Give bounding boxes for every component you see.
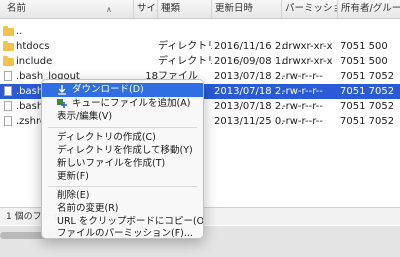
file-icon bbox=[4, 101, 12, 111]
menu-item-label: ダウンロード(D) bbox=[72, 84, 144, 95]
file-row-parent[interactable]: .. bbox=[0, 24, 400, 39]
file-date: 2016/11/16 2... bbox=[214, 41, 284, 52]
menu-item-label: キューにファイルを追加(A) bbox=[72, 98, 191, 109]
file-permission: -rw-r--r-- bbox=[282, 116, 323, 127]
menu-item-add-to-queue[interactable]: キューにファイルを追加(A) bbox=[42, 97, 203, 110]
menu-item-new-file[interactable]: 新しいファイルを作成(T) bbox=[42, 157, 203, 170]
folder-icon bbox=[3, 26, 14, 36]
menu-item-label: 名前の変更(R) bbox=[57, 203, 119, 214]
menu-separator bbox=[48, 186, 197, 187]
queue-add-icon bbox=[57, 99, 67, 108]
column-header: 名前 ∧ サイズ 種類 更新日時 パーミッション 所有者/グループ bbox=[0, 0, 400, 19]
menu-item-view-edit[interactable]: 表示/編集(V) bbox=[42, 110, 203, 123]
column-owner[interactable]: 所有者/グループ bbox=[338, 0, 400, 18]
file-date: 2013/07/18 2... bbox=[214, 101, 284, 112]
menu-item-label: ディレクトリを作成して移動(Y) bbox=[57, 145, 193, 156]
file-owner: 7051 7052 bbox=[340, 101, 395, 112]
folder-icon bbox=[3, 41, 14, 51]
menu-item-file-permissions[interactable]: ファイルのパーミッション(F)... bbox=[42, 227, 203, 239]
file-permission: drwxr-xr-x bbox=[282, 41, 333, 52]
menu-item-rename[interactable]: 名前の変更(R) bbox=[42, 202, 203, 215]
menu-item-create-directory[interactable]: ディレクトリの作成(C) bbox=[42, 131, 203, 144]
file-icon bbox=[4, 86, 12, 96]
file-size bbox=[134, 54, 158, 69]
file-date: 2013/07/18 2... bbox=[214, 71, 284, 82]
file-type: ディレクトリ bbox=[158, 56, 212, 67]
menu-item-label: 表示/編集(V) bbox=[57, 111, 113, 122]
column-size[interactable]: サイズ bbox=[134, 0, 158, 18]
menu-item-label: ファイルのパーミッション(F)... bbox=[57, 228, 193, 239]
file-owner: 7051 500 bbox=[340, 56, 388, 67]
remote-file-pane: 名前 ∧ サイズ 種類 更新日時 パーミッション 所有者/グループ .. htd… bbox=[0, 0, 400, 257]
file-owner: 7051 7052 bbox=[340, 116, 395, 127]
file-date: 2013/07/18 2... bbox=[214, 86, 284, 97]
column-date[interactable]: 更新日時 bbox=[212, 0, 282, 18]
menu-item-refresh[interactable]: 更新(F) bbox=[42, 170, 203, 183]
file-permission: -rw-r--r-- bbox=[282, 86, 323, 97]
file-type: ディレクトリ bbox=[158, 41, 212, 52]
menu-item-label: ディレクトリの作成(C) bbox=[57, 132, 156, 143]
file-permission: -rw-r--r-- bbox=[282, 71, 323, 82]
file-permission: -rw-r--r-- bbox=[282, 101, 323, 112]
file-name: htdocs bbox=[16, 41, 50, 52]
folder-icon bbox=[3, 56, 14, 66]
file-owner: 7051 7052 bbox=[340, 86, 395, 97]
file-name: .. bbox=[16, 26, 23, 37]
download-icon bbox=[58, 85, 66, 95]
column-name[interactable]: 名前 ∧ bbox=[0, 0, 134, 18]
file-date: 2016/09/08 1... bbox=[214, 56, 284, 67]
sort-ascending-icon: ∧ bbox=[106, 5, 112, 14]
file-row-htdocs[interactable]: htdocs ディレクトリ 2016/11/16 2... drwxr-xr-x… bbox=[0, 39, 400, 54]
context-menu: ダウンロード(D) キューにファイルを追加(A) 表示/編集(V) ディレクトリ… bbox=[41, 79, 204, 239]
menu-item-label: 削除(E) bbox=[57, 190, 90, 201]
menu-item-create-directory-and-move[interactable]: ディレクトリを作成して移動(Y) bbox=[42, 144, 203, 157]
menu-item-delete[interactable]: 削除(E) bbox=[42, 189, 203, 202]
column-type[interactable]: 種類 bbox=[158, 0, 212, 18]
file-size bbox=[134, 39, 158, 54]
menu-item-label: URL をクリップボードにコピー(O) bbox=[57, 216, 204, 227]
menu-item-download[interactable]: ダウンロード(D) bbox=[42, 83, 203, 97]
file-row-include[interactable]: include ディレクトリ 2016/09/08 1... drwxr-xr-… bbox=[0, 54, 400, 69]
menu-item-label: 新しいファイルを作成(T) bbox=[57, 158, 166, 169]
file-icon bbox=[4, 116, 12, 126]
file-name: include bbox=[16, 56, 53, 67]
file-owner: 7051 7052 bbox=[340, 71, 395, 82]
file-date: 2013/11/25 0... bbox=[214, 116, 284, 127]
column-permission[interactable]: パーミッション bbox=[282, 0, 338, 18]
file-owner: 7051 500 bbox=[340, 41, 388, 52]
file-permission: drwxr-xr-x bbox=[282, 56, 333, 67]
menu-item-label: 更新(F) bbox=[57, 171, 89, 182]
menu-separator bbox=[48, 127, 197, 128]
file-icon bbox=[4, 71, 12, 81]
